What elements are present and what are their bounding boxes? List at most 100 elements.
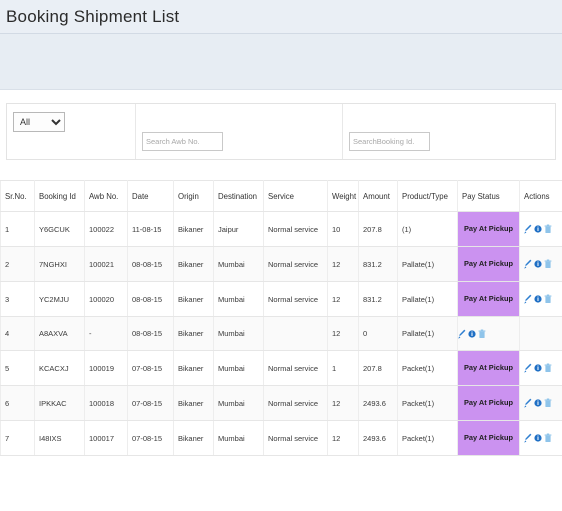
table-row[interactable]: 2 7NGHXI 100021 08-08-15 Bikaner Mumbai Normal…: [0, 246, 562, 282]
cell-destination: Mumbai: [213, 420, 264, 456]
info-icon[interactable]: [468, 329, 476, 339]
cell-sr-no: 2: [0, 246, 35, 282]
cell-pay-status: Pay At Pickup: [457, 385, 520, 421]
info-icon[interactable]: [534, 398, 542, 408]
cell-weight: 12: [327, 281, 359, 317]
edit-pencil-icon[interactable]: [524, 224, 532, 234]
edit-pencil-icon[interactable]: [524, 259, 532, 269]
filter-panel: All: [6, 103, 556, 160]
cell-awb-no: 100022: [84, 211, 128, 247]
pay-status-badge: Pay At Pickup: [458, 282, 519, 316]
cell-service: Normal service: [263, 246, 328, 282]
cell-weight: 1: [327, 350, 359, 386]
cell-product-type: Packet(1): [397, 385, 458, 421]
spacer: [0, 90, 562, 103]
cell-destination: Jaipur: [213, 211, 264, 247]
cell-date: 07-08-15: [127, 385, 174, 421]
cell-product-type: Pallate(1): [397, 246, 458, 282]
cell-weight: 12: [327, 246, 359, 282]
table-row[interactable]: 6 IPKKAC 100018 07-08-15 Bikaner Mumbai Normal…: [0, 385, 562, 421]
cell-weight: 12: [327, 316, 359, 351]
cell-destination: Mumbai: [213, 281, 264, 317]
info-icon[interactable]: [534, 294, 542, 304]
cell-date: 07-08-15: [127, 350, 174, 386]
edit-pencil-icon[interactable]: [524, 398, 532, 408]
cell-pay-status: Pay At Pickup: [457, 350, 520, 386]
cell-product-type: (1): [397, 211, 458, 247]
cell-sr-no: 4: [0, 316, 35, 351]
filter-booking-cell: [342, 104, 555, 159]
table-head: Sr.No. Booking Id Awb No. Date Origin De…: [0, 180, 562, 212]
table-row[interactable]: 1 Y6GCUK 100022 11-08-15 Bikaner Jaipur Normal…: [0, 211, 562, 247]
cell-sr-no: 1: [0, 211, 35, 247]
edit-pencil-icon[interactable]: [524, 363, 532, 373]
cell-origin: Bikaner: [173, 246, 214, 282]
delete-trash-icon[interactable]: [544, 224, 552, 234]
edit-pencil-icon[interactable]: [458, 329, 467, 339]
page-header: Booking Shipment List: [0, 0, 562, 34]
cell-amount: 831.2: [358, 246, 398, 282]
pay-status-badge: Pay At Pickup: [458, 421, 519, 455]
cell-booking-id: IPKKAC: [34, 385, 85, 421]
delete-trash-icon[interactable]: [544, 398, 552, 408]
cell-booking-id: KCACXJ: [34, 350, 85, 386]
column-header-actions: Actions: [519, 180, 562, 212]
edit-pencil-icon[interactable]: [524, 433, 532, 443]
cell-product-type: Packet(1): [397, 350, 458, 386]
cell-product-type: Pallate(1): [397, 281, 458, 317]
delete-trash-icon[interactable]: [544, 433, 552, 443]
cell-amount: 2493.6: [358, 420, 398, 456]
cell-date: 08-08-15: [127, 316, 174, 351]
cell-service: Normal service: [263, 281, 328, 317]
status-filter-select[interactable]: All: [13, 112, 65, 132]
column-header-sr-no: Sr.No.: [0, 180, 35, 212]
column-header-awb-no: Awb No.: [84, 180, 128, 212]
table-row[interactable]: 5 KCACXJ 100019 07-08-15 Bikaner Mumbai Normal…: [0, 350, 562, 386]
search-booking-id-input[interactable]: [349, 132, 430, 151]
table-row[interactable]: 3 YC2MJU 100020 08-08-15 Bikaner Mumbai Normal…: [0, 281, 562, 317]
search-awb-input[interactable]: [142, 132, 223, 151]
edit-pencil-icon[interactable]: [524, 294, 532, 304]
cell-amount: 831.2: [358, 281, 398, 317]
info-icon[interactable]: [534, 433, 542, 443]
filter-status-cell: All: [7, 104, 135, 159]
column-header-booking-id: Booking Id: [34, 180, 85, 212]
delete-trash-icon[interactable]: [478, 329, 486, 339]
cell-service: Normal service: [263, 420, 328, 456]
cell-booking-id: I48IXS: [34, 420, 85, 456]
cell-weight: 12: [327, 385, 359, 421]
pay-status-badge: Pay At Pickup: [458, 351, 519, 385]
table-header-row: Sr.No. Booking Id Awb No. Date Origin De…: [0, 180, 562, 212]
column-header-product-type: Product/Type: [397, 180, 458, 212]
toolbar-band: [0, 34, 562, 90]
cell-service: Normal service: [263, 211, 328, 247]
pay-status-badge: Pay At Pickup: [458, 386, 519, 420]
shipment-table: Sr.No. Booking Id Awb No. Date Origin De…: [0, 180, 562, 456]
table-row[interactable]: 4 A8AXVA -08-08-15 Bikaner Mumbai 12 0 Pallate(…: [0, 316, 562, 351]
delete-trash-icon[interactable]: [544, 363, 552, 373]
cell-awb-no: 100017: [84, 420, 128, 456]
cell-booking-id: YC2MJU: [34, 281, 85, 317]
cell-booking-id: A8AXVA: [34, 316, 85, 351]
info-icon[interactable]: [534, 259, 542, 269]
cell-origin: Bikaner: [173, 211, 214, 247]
cell-actions: [519, 316, 562, 351]
cell-actions: [519, 420, 562, 456]
delete-trash-icon[interactable]: [544, 259, 552, 269]
cell-awb-no: 100018: [84, 385, 128, 421]
cell-date: 08-08-15: [127, 281, 174, 317]
cell-pay-status: Pay At Pickup: [457, 281, 520, 317]
cell-pay-status: Pay At Pickup: [457, 420, 520, 456]
delete-trash-icon[interactable]: [544, 294, 552, 304]
cell-date: 11-08-15: [127, 211, 174, 247]
action-icon-group: [524, 259, 558, 269]
column-header-weight: Weight: [327, 180, 359, 212]
cell-destination: Mumbai: [213, 316, 264, 351]
column-header-amount: Amount: [358, 180, 398, 212]
cell-actions: [519, 246, 562, 282]
info-icon[interactable]: [534, 363, 542, 373]
table-row[interactable]: 7 I48IXS 100017 07-08-15 Bikaner Mumbai Normal…: [0, 420, 562, 456]
cell-destination: Mumbai: [213, 246, 264, 282]
cell-sr-no: 7: [0, 420, 35, 456]
info-icon[interactable]: [534, 224, 542, 234]
